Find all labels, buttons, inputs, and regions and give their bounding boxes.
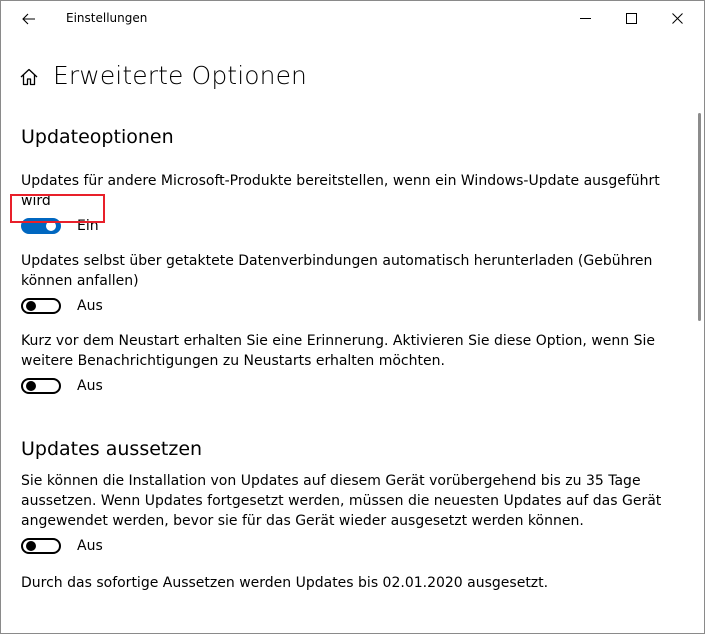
toggle-row-restart-reminder: Aus — [21, 371, 685, 401]
close-button[interactable] — [654, 1, 700, 35]
page-header: Erweiterte Optionen — [19, 57, 307, 93]
app-title: Einstellungen — [66, 11, 148, 25]
section-title-pause-updates: Updates aussetzen — [21, 438, 203, 460]
close-icon — [671, 12, 683, 24]
option-description-restart-reminder: Kurz vor dem Neustart erhalten Sie eine … — [21, 333, 655, 369]
toggle-pause-updates[interactable] — [21, 538, 61, 554]
toggle-restart-reminder[interactable] — [21, 378, 61, 394]
toggle-metered[interactable] — [21, 298, 61, 314]
highlight-box — [10, 194, 105, 223]
toggle-knob — [26, 541, 36, 551]
toggle-label: Aus — [77, 298, 103, 314]
toggle-row-other-products: Ein — [21, 211, 685, 241]
toggle-row-metered: Aus — [21, 291, 685, 321]
settings-content: Updateoptionen Updates für andere Micros… — [21, 125, 685, 593]
home-icon[interactable] — [19, 67, 39, 87]
title-bar: Einstellungen — [1, 1, 704, 35]
page-title: Erweiterte Optionen — [53, 60, 307, 90]
back-button[interactable] — [13, 7, 45, 31]
pause-updates-description: Sie können die Installation von Updates … — [21, 473, 662, 529]
minimize-button[interactable] — [562, 1, 608, 35]
maximize-button[interactable] — [608, 1, 654, 35]
scrollbar[interactable] — [698, 113, 701, 321]
toggle-label: Aus — [77, 378, 103, 394]
section-title-update-options: Updateoptionen — [21, 126, 174, 148]
toggle-row-pause-updates: Aus — [21, 531, 685, 561]
toggle-knob — [26, 301, 36, 311]
arrow-left-icon — [22, 13, 35, 25]
option-description-other-products: Updates für andere Microsoft-Produkte be… — [21, 173, 660, 209]
toggle-label: Aus — [77, 538, 103, 554]
toggle-knob — [26, 381, 36, 391]
minimize-icon — [579, 17, 591, 19]
settings-window: Einstellungen Erweiterte Optionen Update… — [0, 0, 705, 634]
option-description-metered: Updates selbst über getaktete Datenverbi… — [21, 253, 653, 289]
maximize-icon — [625, 12, 637, 24]
pause-footnote: Durch das sofortige Aussetzen werden Upd… — [21, 575, 549, 591]
